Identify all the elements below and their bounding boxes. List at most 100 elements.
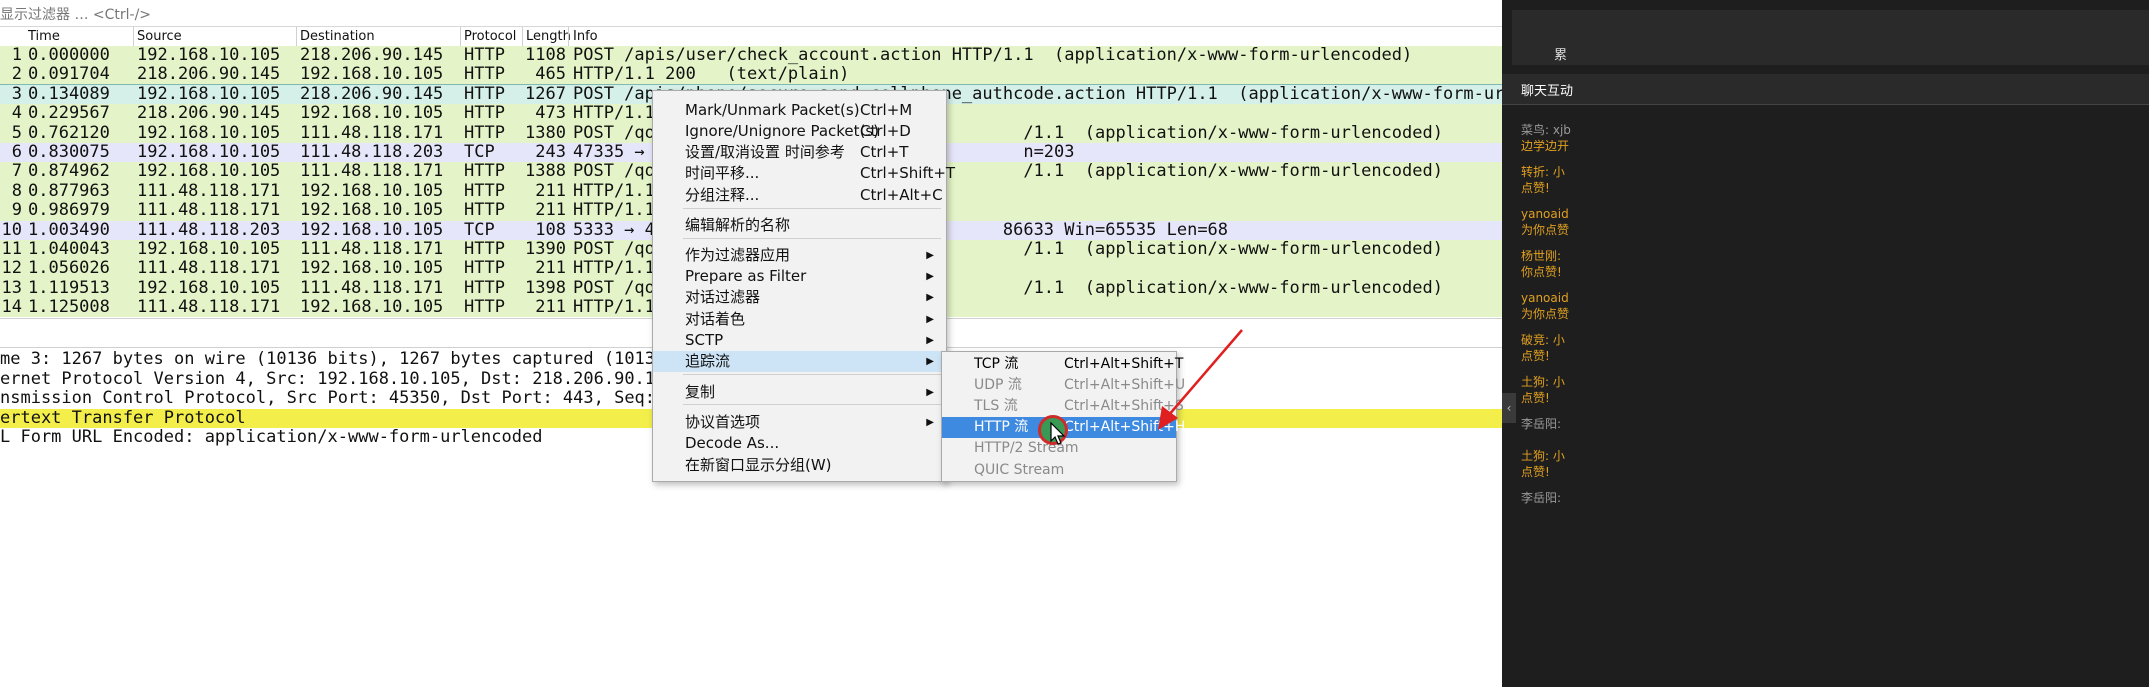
packet-no: 2 [11,64,22,85]
context-menu-item[interactable]: 复制 ▶ [653,382,946,403]
packet-destination: 218.206.90.145 [300,83,444,104]
packet-no: 13 [1,277,22,298]
packet-no: 7 [11,161,22,182]
chat-message: 破竞: 小点赞! [1521,332,1565,364]
packet-time: 1.125008 [28,297,110,318]
menu-item-label: Mark/Unmark Packet(s) [685,101,860,119]
packet-length: 211 [535,180,566,201]
chat-author: 李岳阳: [1521,417,1562,431]
chat-message: 李岳阳: [1521,490,1561,506]
context-menu-item[interactable]: 协议首选项 ▶ [653,412,946,433]
display-filter-input[interactable]: 显示过滤器 … <Ctrl-/> [0,4,151,24]
context-menu-item[interactable]: 对话过滤器 ▶ [653,287,946,308]
menu-item-label: SCTP [685,331,724,349]
chat-message: 土狗: 小点赞! [1521,374,1565,406]
packet-time: 0.877963 [28,180,110,201]
packet-destination: 192.168.10.105 [300,219,444,240]
packet-source: 192.168.10.105 [137,238,281,259]
chat-text: 点赞! [1521,391,1550,405]
packet-list-header: Time Source Destination Protocol Length … [0,27,1502,47]
context-menu-item[interactable]: Ignore/Unignore Packet(s) Ctrl+D [653,121,946,142]
chat-author: 破竞: 小 [1521,333,1565,347]
packet-length: 1380 [525,122,566,143]
submenu-item-label: QUIC Stream [974,462,1065,478]
packet-length: 243 [535,141,566,162]
column-divider[interactable] [522,27,523,46]
context-menu-item[interactable]: Prepare as Filter ▶ [653,266,946,287]
packet-row[interactable]: 2 0.091704 218.206.90.145 192.168.10.105 HTT… [0,64,1502,85]
menu-separator [683,208,941,209]
packet-time: 0.830075 [28,141,110,162]
context-menu-item[interactable]: 时间平移... Ctrl+Shift+T [653,163,955,184]
col-info[interactable]: Info [573,29,598,44]
chat-message: 杨世刚: 你点赞! [1521,248,1562,280]
menu-item-label: 追踪流 [685,352,731,370]
packet-protocol: HTTP [464,238,505,259]
collapse-panel-button[interactable]: ‹ [1502,393,1516,423]
tab-chat-interaction[interactable]: 聊天互动 [1502,74,2149,105]
context-menu-item[interactable]: SCTP ▶ [653,330,946,351]
packet-protocol: HTTP [464,297,505,318]
menu-item-shortcut: Ctrl+M [860,101,913,119]
packet-source: 192.168.10.105 [137,45,281,65]
packet-time: 0.762120 [28,122,110,143]
packet-no: 4 [11,103,22,124]
packet-destination: 192.168.10.105 [300,200,444,221]
col-length[interactable]: Length [526,29,571,44]
submenu-arrow-icon: ▶ [926,314,934,325]
column-divider[interactable] [460,27,461,46]
packet-source: 111.48.118.203 [137,219,281,240]
packet-length: 211 [535,200,566,221]
chat-author: 杨世刚: [1521,249,1562,263]
context-menu-item[interactable]: 设置/取消设置 时间参考 Ctrl+T [653,142,946,163]
context-menu-item[interactable]: 对话着色 ▶ [653,309,946,330]
menu-item-label: 复制 [685,383,716,401]
chat-author: 李岳阳: [1521,491,1562,505]
packet-protocol: HTTP [464,45,505,65]
packet-source: 111.48.118.171 [137,297,281,318]
packet-source: 111.48.118.171 [137,200,281,221]
column-divider[interactable] [568,27,569,46]
annotation-arrow-icon [1158,329,1243,430]
chat-author: yanoaid [1521,207,1569,221]
submenu-arrow-icon: ▶ [926,292,934,303]
packet-length: 1388 [525,161,566,182]
context-menu-item[interactable]: Decode As... [653,433,946,454]
chat-text: 你点赞! [1521,265,1562,279]
packet-source: 218.206.90.145 [137,103,281,124]
menu-item-label: 作为过滤器应用 [685,246,791,264]
column-divider[interactable] [296,27,297,46]
menu-item-label: 设置/取消设置 时间参考 [685,143,845,161]
menu-item-label: 编辑解析的名称 [685,216,791,234]
menu-item-shortcut: Ctrl+Shift+T [860,164,956,182]
context-menu-item[interactable]: 在新窗口显示分组(W) [653,455,946,476]
menu-separator [683,238,941,239]
context-menu-item[interactable]: 编辑解析的名称 [653,215,946,236]
chat-author: 土狗: 小 [1521,375,1565,389]
col-protocol[interactable]: Protocol [464,29,516,44]
context-menu-item[interactable]: 作为过滤器应用 ▶ [653,245,946,266]
packet-destination: 192.168.10.105 [300,64,444,85]
col-time[interactable]: Time [28,29,60,44]
chat-author: 菜鸟: xjb [1521,123,1571,137]
submenu-item-label: HTTP 流 [974,419,1029,435]
submenu-arrow-icon: ▶ [926,417,934,428]
display-filter-bar[interactable]: 显示过滤器 … <Ctrl-/> [0,0,1502,27]
context-menu-item[interactable]: Mark/Unmark Packet(s) Ctrl+M [653,100,946,121]
context-menu-item[interactable]: 分组注释... Ctrl+Alt+C [653,185,946,206]
packet-row[interactable]: 1 0.000000 192.168.10.105 218.206.90.145 HTT… [0,45,1502,66]
packet-destination: 192.168.10.105 [300,103,444,124]
col-source[interactable]: Source [137,29,182,44]
col-destination[interactable]: Destination [300,29,375,44]
chat-text: 点赞! [1521,465,1550,479]
context-menu-item[interactable]: 追踪流 ▶ [653,351,946,372]
column-divider[interactable] [133,27,134,46]
follow-stream-item[interactable]: QUIC Stream [942,460,1176,481]
menu-item-label: 分组注释... [685,186,760,204]
packet-no: 1 [11,45,22,65]
packet-protocol: HTTP [464,122,505,143]
submenu-arrow-icon: ▶ [926,335,934,346]
packet-source: 192.168.10.105 [137,141,281,162]
menu-item-label: 时间平移... [685,164,760,182]
packet-protocol: HTTP [464,83,505,104]
